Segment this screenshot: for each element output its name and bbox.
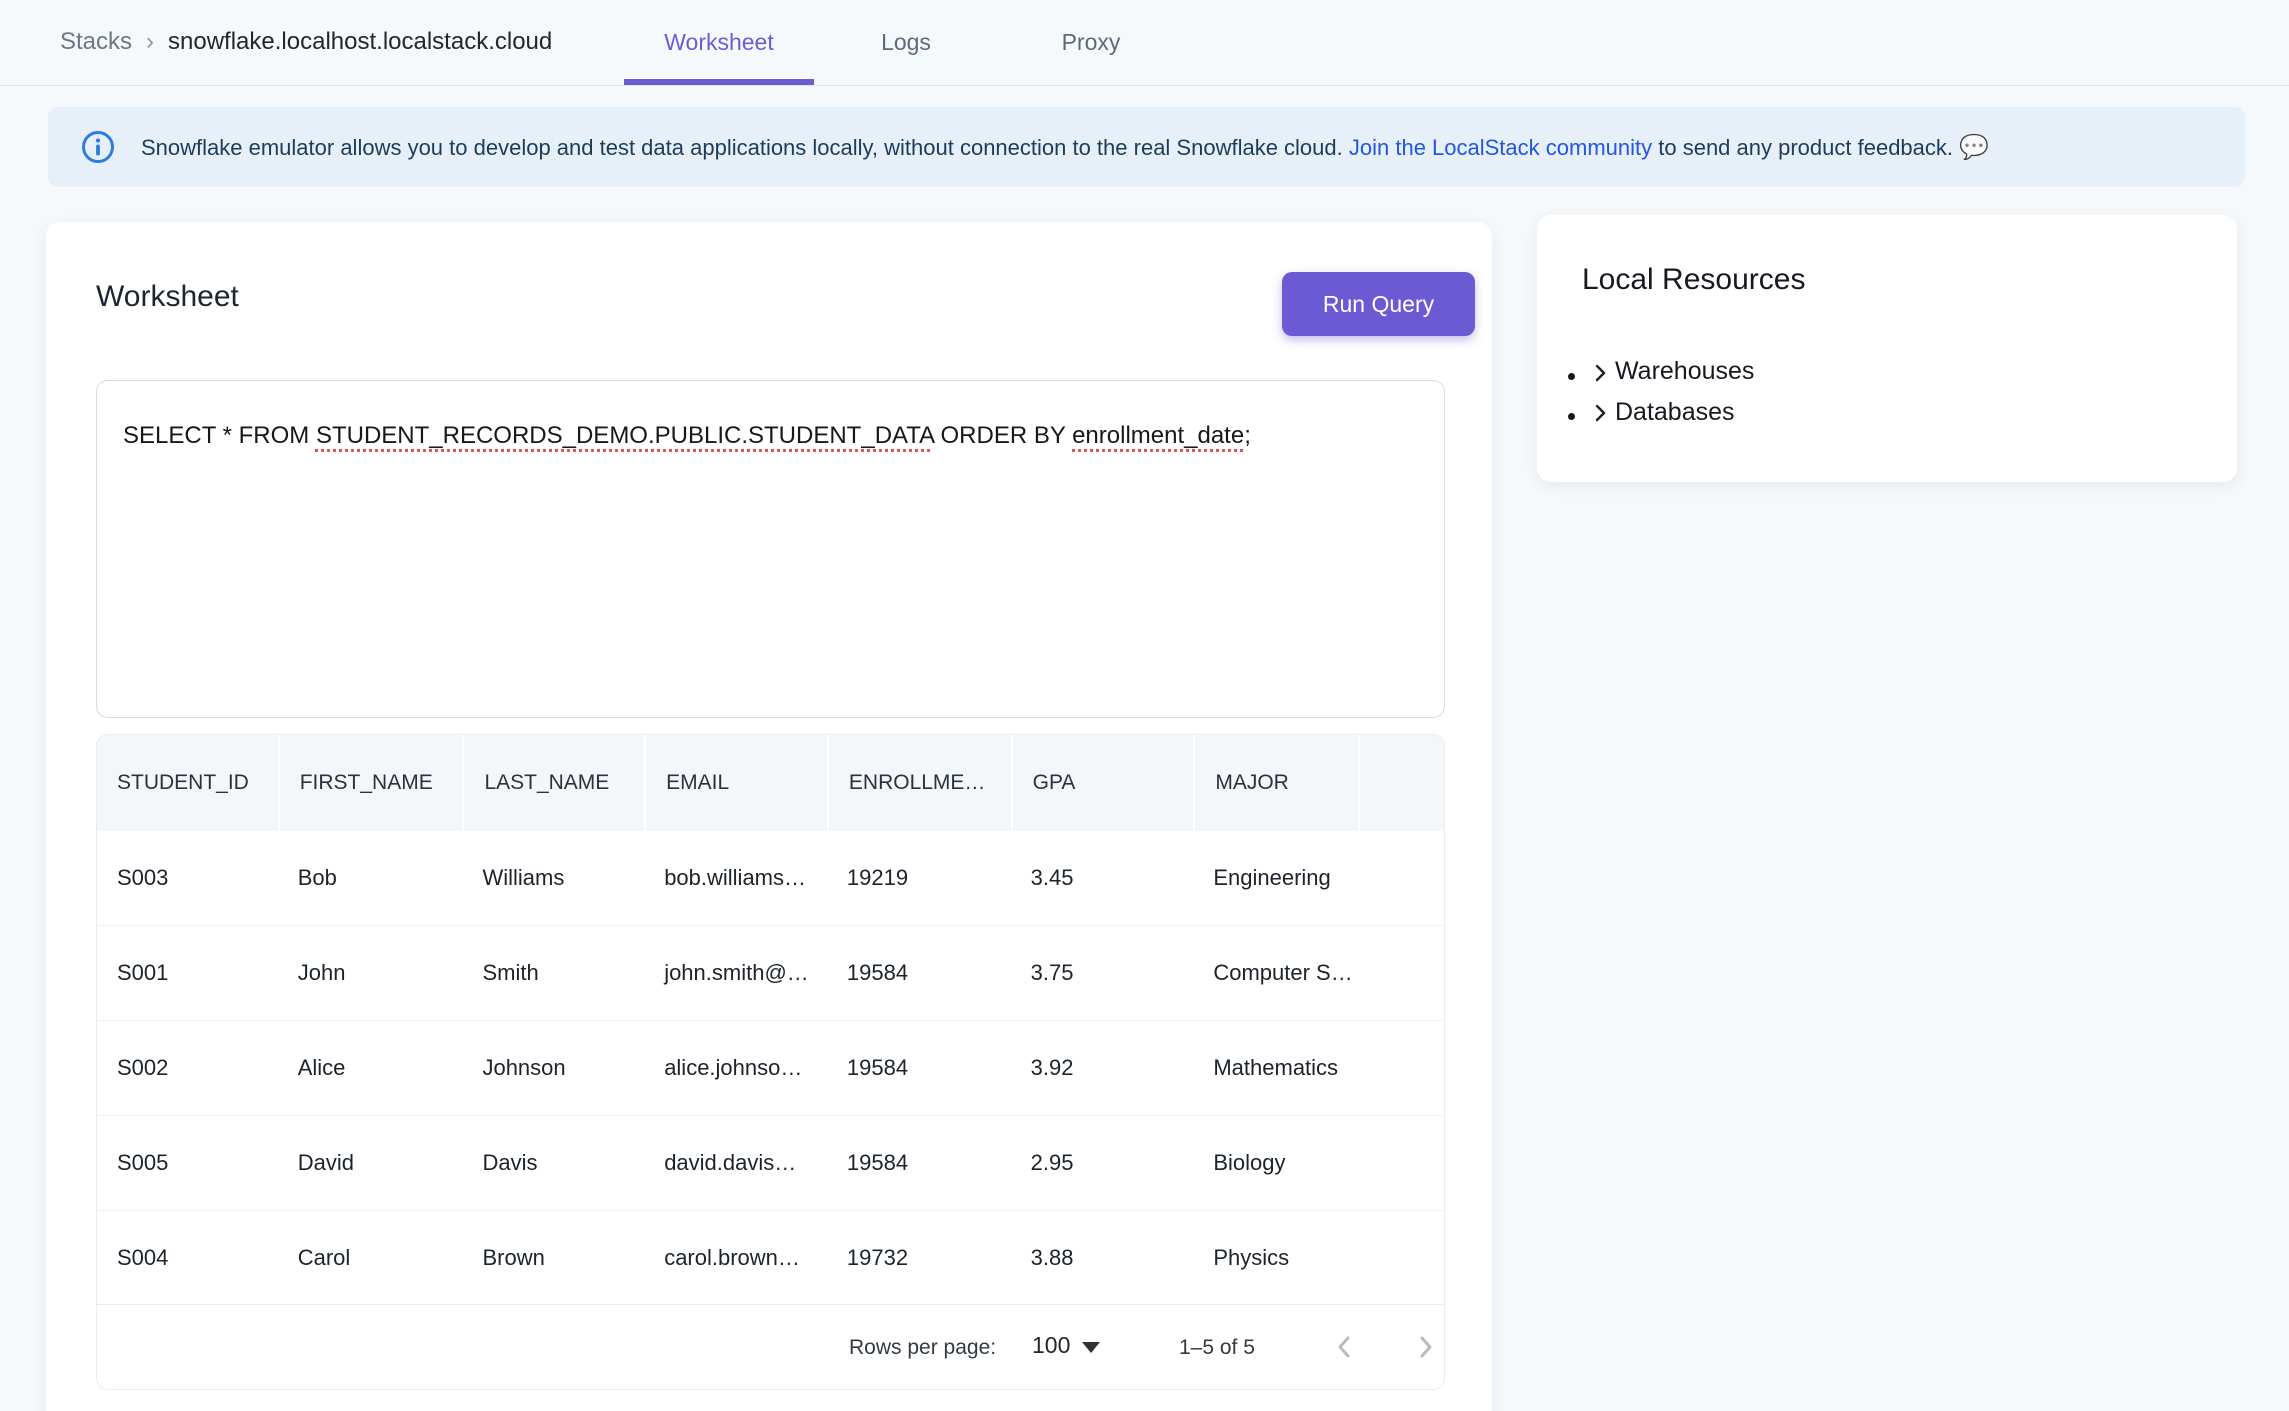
cell-last-name: Davis	[462, 1116, 644, 1210]
results-grid: STUDENT_ID FIRST_NAME LAST_NAME EMAIL EN…	[96, 734, 1445, 1390]
local-resources-list: Warehouses Databases	[1567, 353, 1754, 434]
cell-first-name: Alice	[278, 1021, 463, 1115]
cell-enrollment: 19732	[827, 1211, 1011, 1305]
cell-last-name: Brown	[462, 1211, 644, 1305]
cell-email: john.smith@…	[644, 926, 827, 1020]
cell-filler	[1358, 831, 1444, 925]
info-icon	[81, 130, 115, 164]
sql-segment-order-column: enrollment_date	[1072, 422, 1244, 449]
cell-student-id: S004	[97, 1211, 278, 1305]
cell-filler	[1358, 1211, 1444, 1305]
table-row[interactable]: S001 John Smith john.smith@… 19584 3.75 …	[97, 926, 1444, 1021]
resource-item-label: Databases	[1615, 394, 1735, 431]
cell-major: Computer S…	[1193, 926, 1358, 1020]
cell-student-id: S002	[97, 1021, 278, 1115]
rows-per-page-value: 100	[1032, 1332, 1070, 1359]
cell-gpa: 3.45	[1011, 831, 1194, 925]
cell-filler	[1358, 926, 1444, 1020]
local-resources-card: Local Resources Warehouses Databases	[1537, 215, 2237, 482]
breadcrumb-current-stack: snowflake.localhost.localstack.cloud	[168, 28, 552, 56]
info-banner: Snowflake emulator allows you to develop…	[48, 107, 2245, 187]
pagination-range-label: 1–5 of 5	[1179, 1336, 1255, 1360]
previous-page-button[interactable]	[1325, 1327, 1365, 1367]
column-header-major[interactable]: MAJOR	[1193, 735, 1358, 831]
cell-major: Biology	[1193, 1116, 1358, 1210]
cell-first-name: Bob	[278, 831, 463, 925]
active-tab-indicator	[624, 79, 814, 85]
cell-major: Physics	[1193, 1211, 1358, 1305]
resource-item-databases[interactable]: Databases	[1589, 394, 1754, 435]
run-query-button[interactable]: Run Query	[1282, 272, 1475, 336]
resource-item-warehouses[interactable]: Warehouses	[1589, 353, 1754, 394]
localstack-community-link[interactable]: Join the LocalStack community	[1349, 135, 1652, 160]
tab-worksheet[interactable]: Worksheet	[624, 0, 814, 85]
local-resources-title: Local Resources	[1582, 263, 1805, 297]
cell-enrollment: 19584	[827, 1021, 1011, 1115]
cell-first-name: Carol	[278, 1211, 463, 1305]
rows-per-page-label: Rows per page:	[849, 1336, 996, 1360]
cell-email: bob.williams…	[644, 831, 827, 925]
worksheet-card: Worksheet Run Query SELECT * FROM STUDEN…	[46, 222, 1492, 1411]
column-header-filler	[1358, 735, 1444, 831]
worksheet-title: Worksheet	[96, 280, 239, 314]
chevron-right-icon	[1410, 1332, 1440, 1362]
cell-first-name: John	[278, 926, 463, 1020]
cell-filler	[1358, 1116, 1444, 1210]
breadcrumb-separator: ›	[146, 28, 154, 56]
cell-first-name: David	[278, 1116, 463, 1210]
cell-student-id: S003	[97, 831, 278, 925]
table-row[interactable]: S003 Bob Williams bob.williams… 19219 3.…	[97, 831, 1444, 926]
cell-email: carol.brown…	[644, 1211, 827, 1305]
chevron-right-icon	[1589, 402, 1611, 424]
table-row[interactable]: S005 David Davis david.davis… 19584 2.95…	[97, 1116, 1444, 1211]
results-header-row: STUDENT_ID FIRST_NAME LAST_NAME EMAIL EN…	[97, 735, 1444, 831]
sql-segment-table-name: STUDENT_RECORDS_DEMO.PUBLIC.STUDENT_DATA	[316, 422, 934, 449]
column-header-enrollment[interactable]: ENROLLME…	[827, 735, 1011, 831]
chevron-left-icon	[1330, 1332, 1360, 1362]
column-header-first-name[interactable]: FIRST_NAME	[278, 735, 463, 831]
sql-segment: SELECT * FROM	[123, 422, 316, 449]
speech-balloon-icon: 💬	[1959, 134, 1989, 161]
cell-last-name: Williams	[462, 831, 644, 925]
pagination-bar: Rows per page: 100 1–5 of 5	[97, 1304, 1444, 1389]
banner-message: Snowflake emulator allows you to develop…	[141, 133, 1989, 162]
column-header-email[interactable]: EMAIL	[644, 735, 827, 831]
breadcrumb-stacks-link[interactable]: Stacks	[60, 28, 132, 56]
table-row[interactable]: S002 Alice Johnson alice.johnso… 19584 3…	[97, 1021, 1444, 1116]
cell-enrollment: 19584	[827, 926, 1011, 1020]
cell-major: Mathematics	[1193, 1021, 1358, 1115]
cell-enrollment: 19219	[827, 831, 1011, 925]
cell-student-id: S005	[97, 1116, 278, 1210]
next-page-button[interactable]	[1405, 1327, 1445, 1367]
banner-text-after: to send any product feedback.	[1652, 135, 1953, 160]
banner-text-before: Snowflake emulator allows you to develop…	[141, 135, 1349, 160]
table-row[interactable]: S004 Carol Brown carol.brown… 19732 3.88…	[97, 1211, 1444, 1306]
resource-item-label: Warehouses	[1615, 353, 1754, 390]
chevron-down-icon	[1082, 1342, 1100, 1353]
cell-gpa: 3.75	[1011, 926, 1194, 1020]
tab-logs[interactable]: Logs	[831, 0, 981, 85]
rows-per-page-select[interactable]: 100	[1032, 1332, 1100, 1359]
cell-gpa: 3.92	[1011, 1021, 1194, 1115]
cell-email: david.davis…	[644, 1116, 827, 1210]
cell-last-name: Johnson	[462, 1021, 644, 1115]
breadcrumb: Stacks › snowflake.localhost.localstack.…	[60, 28, 552, 56]
cell-student-id: S001	[97, 926, 278, 1020]
cell-gpa: 2.95	[1011, 1116, 1194, 1210]
sql-segment: ;	[1244, 422, 1251, 449]
cell-email: alice.johnso…	[644, 1021, 827, 1115]
chevron-right-icon	[1589, 362, 1611, 384]
cell-last-name: Smith	[462, 926, 644, 1020]
sql-editor-input[interactable]: SELECT * FROM STUDENT_RECORDS_DEMO.PUBLI…	[96, 380, 1445, 718]
cell-major: Engineering	[1193, 831, 1358, 925]
cell-enrollment: 19584	[827, 1116, 1011, 1210]
sql-segment: ORDER BY	[934, 422, 1072, 449]
cell-filler	[1358, 1021, 1444, 1115]
cell-gpa: 3.88	[1011, 1211, 1194, 1305]
top-bar: Stacks › snowflake.localhost.localstack.…	[0, 0, 2289, 86]
tab-proxy[interactable]: Proxy	[1016, 0, 1166, 85]
column-header-gpa[interactable]: GPA	[1011, 735, 1194, 831]
column-header-last-name[interactable]: LAST_NAME	[462, 735, 644, 831]
column-header-student-id[interactable]: STUDENT_ID	[97, 735, 278, 831]
